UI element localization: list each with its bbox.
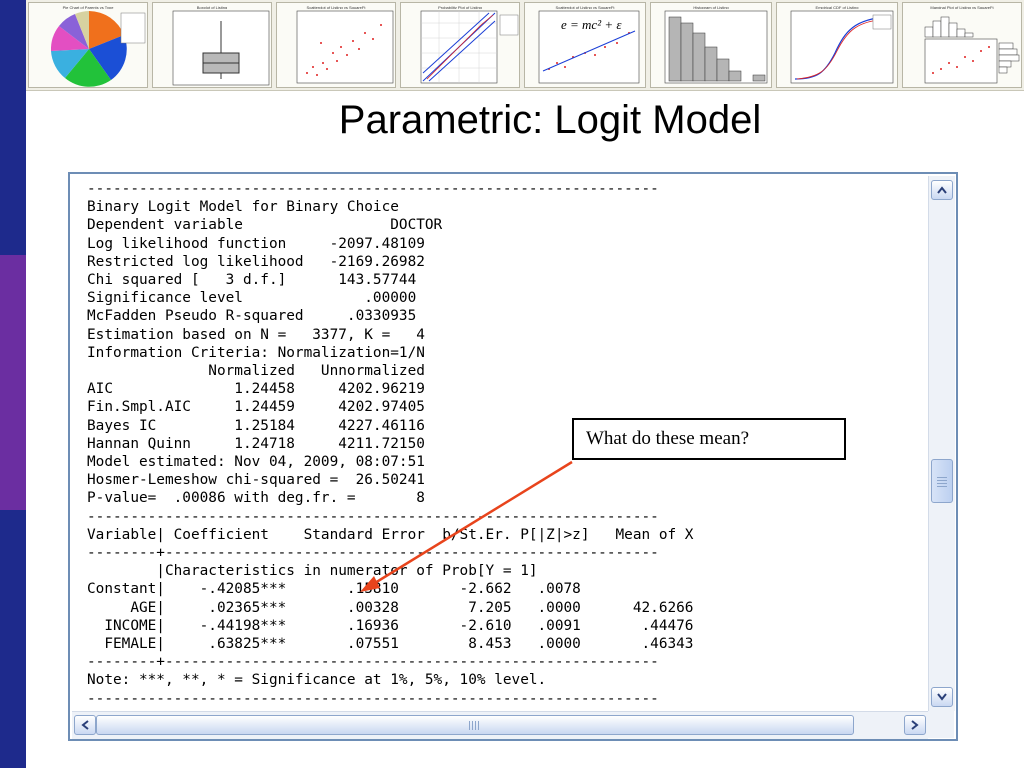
console-line: P-value= .00086 with deg.fr. = 8 — [87, 490, 425, 507]
console-line: Model estimated: Nov 04, 2009, 08:07:51 — [87, 454, 425, 471]
sidebar-band-purple — [0, 255, 26, 510]
console-line: ----------------------------------------… — [87, 690, 659, 707]
console-line: ----------------------------------------… — [87, 508, 659, 525]
scroll-down-button[interactable] — [931, 687, 953, 707]
console-line: ----------------------------------------… — [87, 181, 659, 197]
console-line: AIC 1.24458 4202.96219 — [87, 381, 425, 398]
scrollbar-corner — [928, 711, 954, 738]
pie-chart-icon — [50, 11, 146, 87]
arrow-down-icon — [937, 693, 947, 701]
histogram-icon — [664, 10, 768, 84]
console-line: Log likelihood function -2097.48109 — [87, 235, 425, 252]
thumbnail-strip: Pie Chart of Parents vs Type Boxplot of … — [26, 0, 1024, 91]
console-line: Bayes IC 1.25184 4227.46116 — [87, 417, 425, 434]
console-line: FEMALE| .63825*** .07551 8.453 .0000 .46… — [87, 636, 694, 653]
console-line: AGE| .02365*** .00328 7.205 .0000 42.626… — [87, 599, 694, 616]
horizontal-scroll-thumb[interactable] — [96, 715, 854, 735]
console-line: Normalized Unnormalized — [87, 363, 425, 380]
console-line: Fin.Smpl.AIC 1.24459 4202.97405 — [87, 399, 425, 416]
console-line: Hosmer-Lemeshow chi-squared = 26.50241 — [87, 472, 425, 489]
thumbnail-scatterplot: Scatterplot of Listing vs SquareFt — [276, 2, 396, 88]
scroll-up-button[interactable] — [931, 180, 953, 200]
console-line: Estimation based on N = 3377, K = 4 — [87, 326, 425, 343]
console-line: |Characteristics in numerator of Prob[Y … — [87, 563, 538, 580]
boxplot-icon — [172, 10, 270, 86]
console-line: Restricted log likelihood -2169.26982 — [87, 253, 425, 270]
thumbnail-fitted-line: Scatterplot of Listing vs SquareFt e = m… — [524, 2, 646, 88]
horizontal-scrollbar[interactable] — [72, 711, 928, 739]
console-line: Variable| Coefficient Standard Error b/S… — [87, 526, 694, 543]
console-line: Information Criteria: Normalization=1/N — [87, 344, 425, 361]
sidebar-band-bottom — [0, 510, 26, 768]
console-line: Hannan Quinn 1.24718 4211.72150 — [87, 435, 425, 452]
callout-box: What do these mean? — [572, 418, 846, 460]
console-line: --------+-------------------------------… — [87, 545, 659, 562]
probability-plot-icon — [420, 10, 519, 84]
marginal-plot-icon — [924, 16, 1020, 84]
console-line: Dependent variable DOCTOR — [87, 217, 443, 234]
arrow-left-icon — [81, 720, 89, 730]
fitted-line-plot-icon — [538, 10, 640, 84]
cdf-icon — [790, 10, 894, 84]
thumbnail-pie-chart: Pie Chart of Parents vs Type — [28, 2, 148, 88]
thumbnail-histogram: Histogram of Listing — [650, 2, 772, 88]
thumbnail-probability-plot: Probability Plot of Listing — [400, 2, 520, 88]
console-line: INCOME| -.44198*** .16936 -2.610 .0091 .… — [87, 617, 694, 634]
console-line: McFadden Pseudo R-squared .0330935 — [87, 308, 417, 325]
console-line: Significance level .00000 — [87, 290, 417, 307]
scatterplot-icon — [296, 10, 394, 84]
thumbnail-cdf: Empirical CDF of Listing — [776, 2, 898, 88]
vertical-scroll-thumb[interactable] — [931, 459, 953, 503]
console-line: Chi squared [ 3 d.f.] 143.57744 — [87, 272, 417, 289]
console-line: Note: ***, **, * = Significance at 1%, 5… — [87, 672, 547, 689]
equation-label: e = mc² + ε — [561, 17, 622, 33]
vertical-scrollbar[interactable] — [928, 176, 955, 711]
console-line: --------+-------------------------------… — [87, 654, 659, 671]
scroll-right-button[interactable] — [904, 715, 926, 735]
thumbnail-boxplot: Boxplot of Listing — [152, 2, 272, 88]
arrow-right-icon — [911, 720, 919, 730]
scroll-left-button[interactable] — [74, 715, 96, 735]
console-line: Binary Logit Model for Binary Choice — [87, 199, 399, 216]
console-line: Constant| -.42085*** .15810 -2.662 .0078 — [87, 581, 581, 598]
slide-title: Parametric: Logit Model — [338, 98, 762, 142]
arrow-up-icon — [937, 186, 947, 194]
thumbnail-marginal-plot: Marginal Plot of Listing vs SquareFt — [902, 2, 1022, 88]
